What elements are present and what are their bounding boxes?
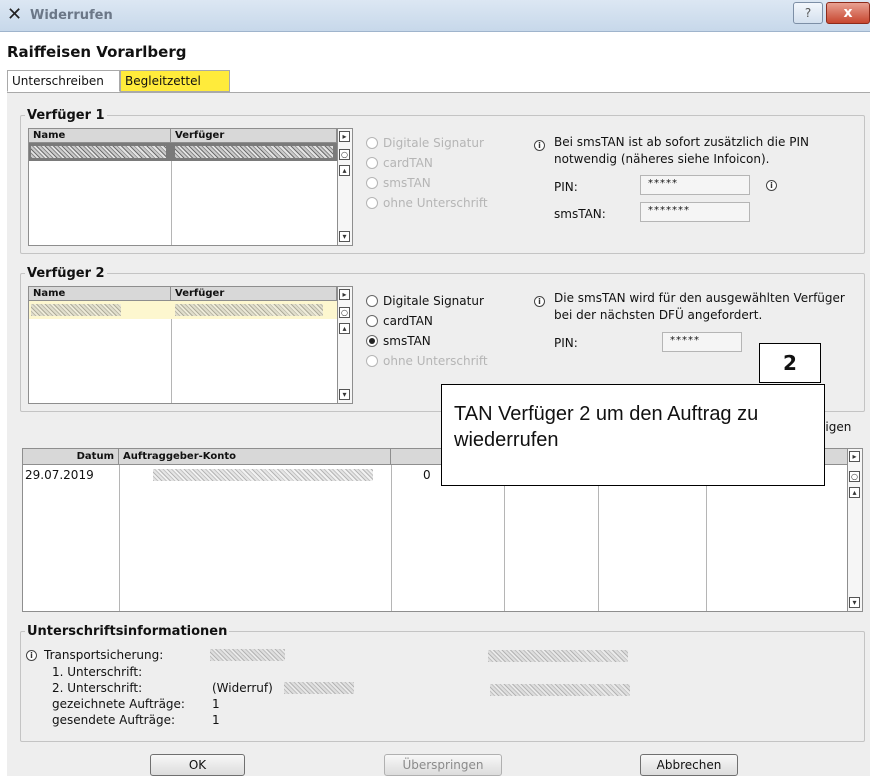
skip-button[interactable]: Überspringen (384, 754, 502, 776)
annotation-step-number: 2 (759, 343, 821, 383)
verfueger1-option-none[interactable]: ohne Unterschrift (366, 195, 488, 211)
scroll-thumb-icon[interactable]: ○ (849, 471, 860, 482)
verfueger2-legend: Verfüger 2 (27, 266, 105, 281)
verfueger2-option-none[interactable]: ohne Unterschrift (366, 353, 488, 369)
scroll-thumb-icon[interactable]: ○ (339, 149, 350, 160)
scroll-right-icon[interactable]: ▸ (339, 131, 350, 142)
redacted-transport-detail (488, 650, 628, 662)
verfueger1-smstan-field[interactable]: ******* (640, 202, 750, 222)
second-signature-value: (Widerruf) (212, 681, 273, 695)
info-icon[interactable]: i (26, 650, 37, 661)
scroll-down-icon[interactable]: ▾ (339, 231, 350, 242)
close-button[interactable]: x (826, 2, 870, 24)
raiffeisen-logo-icon: ✕ (7, 4, 23, 25)
radio-icon (366, 137, 378, 149)
sent-orders-label: gesendete Aufträge: (52, 713, 176, 727)
radio-icon (366, 355, 378, 367)
verfueger2-option-digital[interactable]: Digitale Signatur (366, 293, 484, 309)
verfueger1-pin-field[interactable]: ***** (640, 175, 750, 195)
verfueger1-col-name[interactable]: Name (29, 129, 171, 143)
verfueger2-option-smstan[interactable]: smsTAN (366, 333, 431, 349)
radio-icon (366, 295, 378, 307)
verfueger2-option-cardtan[interactable]: cardTAN (366, 313, 433, 329)
ok-button[interactable]: OK (150, 754, 245, 776)
verfueger1-legend: Verfüger 1 (27, 108, 105, 123)
verfueger2-scrollbar[interactable]: ▸ ○ ▴ ▾ (337, 287, 352, 403)
redacted-account (153, 469, 373, 481)
order-partial-value: 0 (423, 468, 431, 482)
signed-orders-label: gezeichnete Aufträge: (52, 697, 185, 711)
scroll-down-icon[interactable]: ▾ (849, 597, 860, 608)
orders-col-konto[interactable]: Auftraggeber-Konto (119, 449, 391, 465)
radio-icon (366, 197, 378, 209)
verfueger1-option-digital[interactable]: Digitale Signatur (366, 135, 484, 151)
verfueger1-option-cardtan[interactable]: cardTAN (366, 155, 433, 171)
info-icon[interactable]: i (534, 140, 545, 151)
orders-col-datum[interactable]: Datum (23, 449, 119, 465)
verfueger2-info: Die smsTAN wird für den ausgewählten Ver… (554, 291, 845, 322)
scroll-down-icon[interactable]: ▾ (339, 389, 350, 400)
scroll-up-icon[interactable]: ▴ (339, 165, 350, 176)
verfueger1-table-row[interactable] (29, 143, 337, 161)
info-icon[interactable]: i (534, 296, 545, 307)
radio-icon (366, 157, 378, 169)
radio-icon (366, 315, 378, 327)
redacted-second-signature-detail (490, 684, 630, 696)
verfueger1-table-header: Name Verfüger (29, 129, 352, 143)
pin-info-icon[interactable]: i (766, 180, 777, 191)
signed-orders-value: 1 (212, 697, 220, 711)
scroll-right-icon[interactable]: ▸ (849, 451, 860, 462)
redacted-name (31, 304, 121, 316)
order-date: 29.07.2019 (25, 468, 94, 482)
redacted-name (31, 146, 166, 158)
verfueger2-pin-field[interactable]: ***** (662, 332, 742, 352)
annotation-callout: TAN Verfüger 2 um den Auftrag zu wiederr… (441, 384, 825, 486)
verfueger1-table[interactable]: Name Verfüger ▸ ○ ▴ ▾ (28, 128, 353, 246)
verfueger2-col-name[interactable]: Name (29, 287, 171, 301)
verfueger1-pin-label: PIN: (554, 180, 578, 194)
second-signature-label: 2. Unterschrift: (52, 681, 143, 695)
orders-scrollbar[interactable]: ▸ ○ ▴ ▾ (847, 449, 862, 611)
verfueger2-col-verfueger[interactable]: Verfüger (171, 287, 337, 301)
verfueger1-option-smstan[interactable]: smsTAN (366, 175, 431, 191)
verfueger1-scrollbar[interactable]: ▸ ○ ▴ ▾ (337, 129, 352, 245)
bank-name: Raiffeisen Vorarlberg (7, 43, 187, 61)
verfueger2-table-header: Name Verfüger (29, 287, 352, 301)
verfueger2-pin-label: PIN: (554, 336, 578, 350)
redacted-transport (210, 649, 285, 661)
cancel-button[interactable]: Abbrechen (640, 754, 738, 776)
window-title: Widerrufen (30, 8, 113, 23)
scroll-up-icon[interactable]: ▴ (849, 487, 860, 498)
verfueger2-table[interactable]: Name Verfüger ▸ ○ ▴ ▾ (28, 286, 353, 404)
radio-icon (366, 177, 378, 189)
tab-unterschreiben[interactable]: Unterschreiben (7, 70, 120, 92)
redacted-verfueger (175, 146, 333, 158)
transport-label: Transportsicherung: (44, 648, 164, 662)
verfueger2-table-row[interactable] (29, 301, 337, 319)
verfueger1-info: Bei smsTAN ist ab sofort zusätzlich die … (554, 135, 809, 166)
redacted-second-signature (284, 682, 354, 694)
signature-info-legend: Unterschriftsinformationen (27, 624, 228, 639)
redacted-verfueger (175, 304, 323, 316)
title-bar: ✕ Widerrufen ? x (0, 0, 870, 32)
verfueger1-smstan-label: smsTAN: (554, 207, 606, 221)
help-button[interactable]: ? (793, 2, 823, 24)
radio-selected-icon (366, 335, 378, 347)
scroll-thumb-icon[interactable]: ○ (339, 307, 350, 318)
scroll-right-icon[interactable]: ▸ (339, 289, 350, 300)
sent-orders-value: 1 (212, 713, 220, 727)
tab-begleitzettel[interactable]: Begleitzettel (120, 70, 230, 92)
first-signature-label: 1. Unterschrift: (52, 665, 143, 679)
scroll-up-icon[interactable]: ▴ (339, 323, 350, 334)
verfueger1-col-verfueger[interactable]: Verfüger (171, 129, 337, 143)
